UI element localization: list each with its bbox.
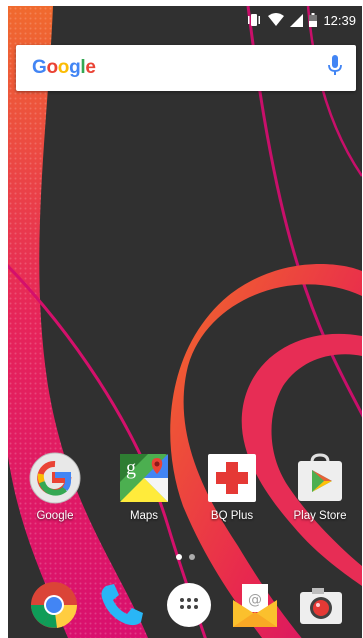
page-dot bbox=[188, 554, 195, 560]
app-maps[interactable]: g Maps bbox=[104, 452, 184, 522]
page-dot-active bbox=[175, 554, 182, 560]
logo-letter: o bbox=[46, 57, 58, 78]
app-drawer-icon[interactable] bbox=[164, 580, 214, 630]
home-screen: 12:39 Google Google g Maps BQ Plus Play … bbox=[8, 6, 362, 638]
app-label: Google bbox=[36, 510, 74, 522]
app-bq-plus[interactable]: BQ Plus bbox=[192, 452, 272, 522]
vibrate-icon bbox=[246, 13, 262, 27]
email-icon[interactable]: @ bbox=[230, 580, 280, 630]
bq-plus-icon bbox=[206, 452, 258, 504]
svg-text:@: @ bbox=[248, 592, 262, 608]
google-logo: Google bbox=[32, 57, 96, 79]
status-bar: 12:39 bbox=[8, 6, 362, 34]
logo-letter: g bbox=[69, 57, 81, 78]
maps-icon: g bbox=[118, 452, 170, 504]
app-label: Play Store bbox=[293, 510, 347, 522]
wifi-icon bbox=[268, 13, 285, 27]
logo-letter: G bbox=[32, 57, 47, 78]
app-label: BQ Plus bbox=[210, 510, 254, 522]
google-search-bar[interactable]: Google bbox=[16, 45, 356, 91]
play-store-icon bbox=[294, 452, 346, 504]
camera-icon[interactable] bbox=[296, 580, 346, 630]
status-time: 12:39 bbox=[323, 12, 356, 28]
app-label: Maps bbox=[129, 510, 159, 522]
app-play-store[interactable]: Play Store bbox=[280, 452, 360, 522]
chrome-icon[interactable] bbox=[29, 580, 79, 630]
signal-icon bbox=[290, 13, 304, 27]
wallpaper bbox=[8, 6, 362, 638]
app-google[interactable]: Google bbox=[15, 452, 95, 522]
logo-letter: e bbox=[85, 57, 96, 78]
phone-icon[interactable] bbox=[96, 580, 146, 630]
google-app-icon bbox=[29, 452, 81, 504]
page-indicator bbox=[8, 554, 362, 560]
logo-letter: o bbox=[57, 57, 70, 78]
battery-icon bbox=[309, 13, 318, 27]
microphone-icon[interactable] bbox=[328, 54, 342, 82]
svg-text:g: g bbox=[126, 457, 136, 479]
